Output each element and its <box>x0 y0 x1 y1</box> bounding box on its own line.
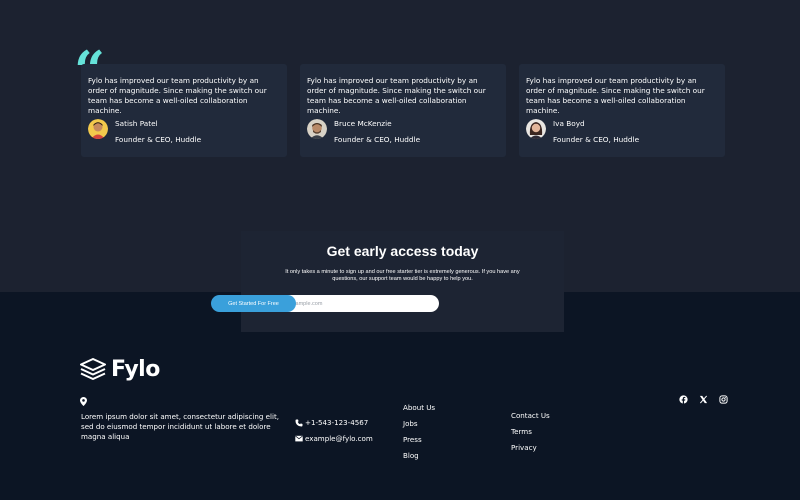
footer-link-privacy[interactable]: Privacy <box>511 443 537 452</box>
phone-number: +1-543-123-4567 <box>305 418 369 427</box>
testimonial-role: Founder & CEO, Huddle <box>115 135 202 144</box>
phone-contact[interactable]: +1-543-123-4567 <box>295 418 368 427</box>
footer-link-about-us[interactable]: About Us <box>403 403 435 412</box>
avatar <box>526 119 546 139</box>
email-address: example@fylo.com <box>305 434 373 443</box>
testimonial-role: Founder & CEO, Huddle <box>334 135 421 144</box>
cta-text: It only takes a minute to sign up and ou… <box>285 269 520 282</box>
testimonial-role: Founder & CEO, Huddle <box>553 135 640 144</box>
testimonial-name: Iva Boyd <box>553 119 585 128</box>
mail-icon <box>295 435 303 442</box>
avatar <box>88 119 108 139</box>
testimonial-text: Fylo has improved our team productivity … <box>526 76 705 115</box>
testimonial-name: Satish Patel <box>115 119 158 128</box>
early-access-box: Get early access today It only takes a m… <box>241 231 564 332</box>
cta-title: Get early access today <box>326 243 479 259</box>
testimonial-card: Fylo has improved our team productivity … <box>519 64 725 157</box>
avatar <box>307 119 327 139</box>
footer-link-blog[interactable]: Blog <box>403 451 419 460</box>
footer-link-contact-us[interactable]: Contact Us <box>511 411 550 420</box>
testimonial-name: Bruce McKenzie <box>334 119 392 128</box>
location-pin-icon <box>80 397 87 406</box>
testimonial-card: Fylo has improved our team productivity … <box>81 64 287 157</box>
x-icon[interactable] <box>699 395 708 404</box>
email-contact[interactable]: example@fylo.com <box>295 434 373 443</box>
instagram-icon[interactable] <box>719 395 728 404</box>
address-text: Lorem ipsum dolor sit amet, consectetur … <box>81 412 279 441</box>
footer-link-terms[interactable]: Terms <box>511 427 532 436</box>
logo-icon <box>80 358 106 380</box>
footer-link-jobs[interactable]: Jobs <box>403 419 418 428</box>
footer-link-press[interactable]: Press <box>403 435 422 444</box>
phone-icon <box>295 419 303 426</box>
testimonial-card: Fylo has improved our team productivity … <box>300 64 506 157</box>
logo[interactable]: Fylo <box>80 356 160 382</box>
get-started-button[interactable]: Get Started For Free <box>211 295 296 312</box>
logo-text: Fylo <box>111 356 160 382</box>
facebook-icon[interactable] <box>679 395 688 404</box>
testimonial-text: Fylo has improved our team productivity … <box>307 76 486 115</box>
testimonial-text: Fylo has improved our team productivity … <box>88 76 267 115</box>
